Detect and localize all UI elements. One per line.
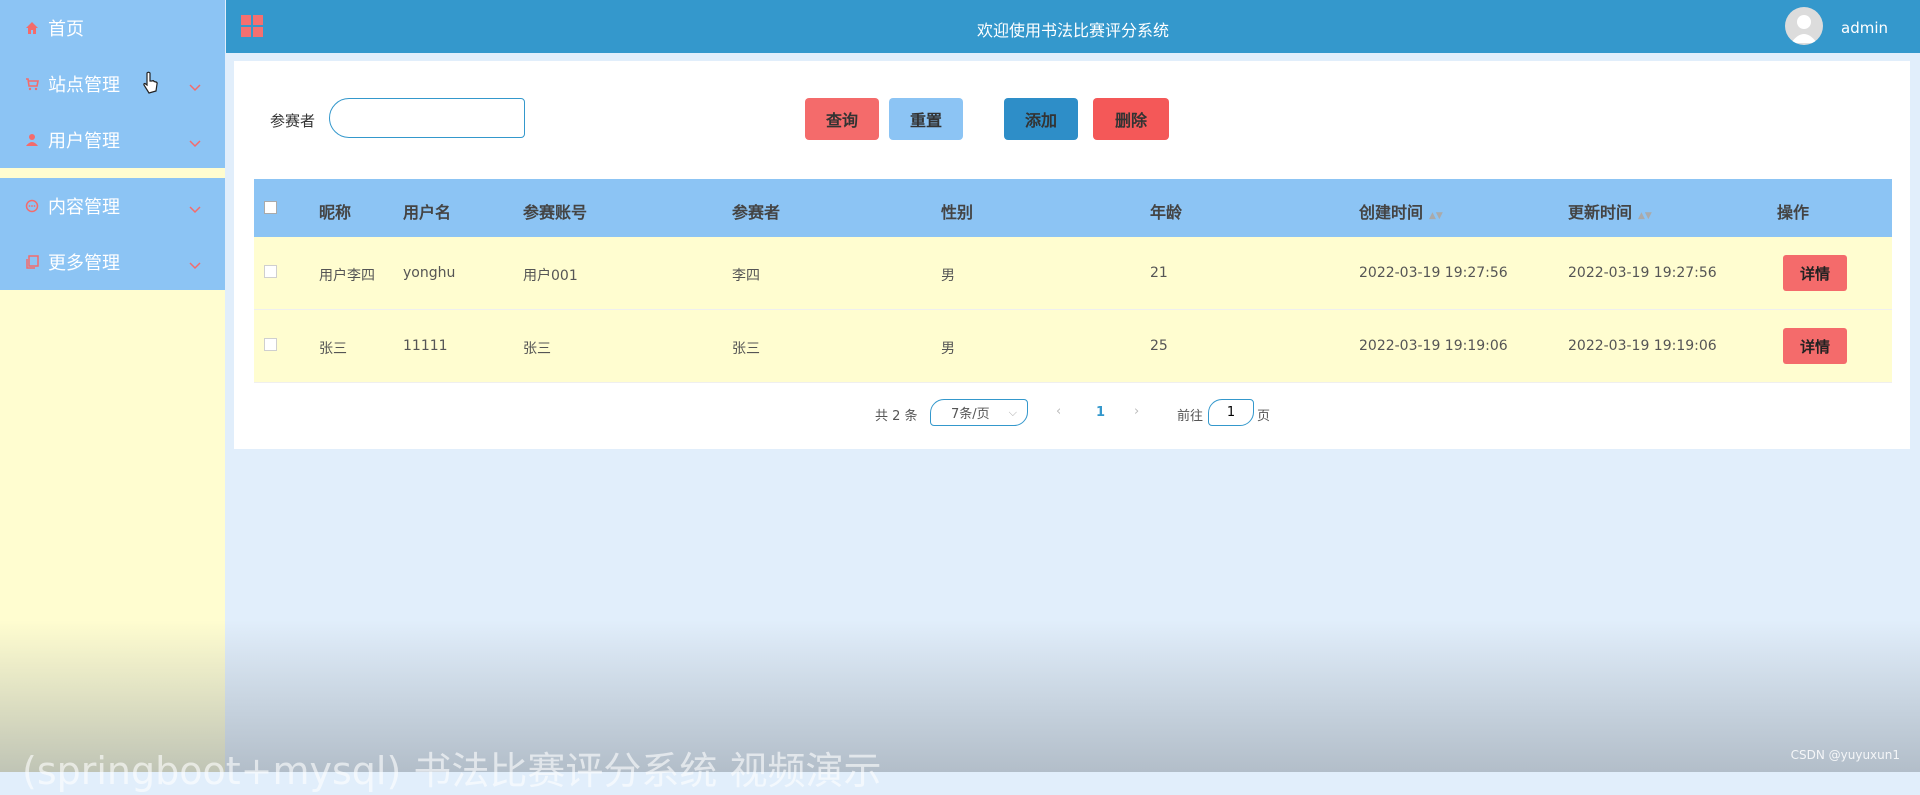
cell-age: 25 <box>1150 338 1168 354</box>
goto-label: 前往 <box>1177 409 1204 424</box>
page-number[interactable]: 1 <box>1096 405 1105 420</box>
add-button[interactable]: 添加 <box>1004 98 1078 140</box>
cell-username: 11111 <box>403 338 448 354</box>
sort-icon[interactable]: ▲▼ <box>1638 211 1652 221</box>
sidebar-menu-top: 首页 站点管理 用户管理 <box>0 0 225 168</box>
column-header-gender: 性别 <box>941 203 974 222</box>
chevron-down-icon <box>189 132 201 153</box>
column-header-actions: 操作 <box>1777 203 1810 222</box>
cell-gender: 男 <box>941 268 955 284</box>
column-header-username: 用户名 <box>403 203 452 222</box>
column-header-updated-time[interactable]: 更新时间 ▲▼ <box>1568 199 1652 223</box>
cell-username: yonghu <box>403 265 456 281</box>
sidebar-item-label: 用户管理 <box>48 131 120 152</box>
sidebar-item-content-management[interactable]: 内容管理 <box>0 178 225 234</box>
column-header-created-time[interactable]: 创建时间 ▲▼ <box>1359 199 1443 223</box>
chat-icon <box>24 198 40 214</box>
copy-icon <box>24 254 40 270</box>
detail-button[interactable]: 详情 <box>1783 255 1847 291</box>
cell-updated-time: 2022-03-19 19:19:06 <box>1568 338 1717 354</box>
sidebar-item-label: 站点管理 <box>48 75 120 96</box>
table-header: 昵称 用户名 参赛账号 参赛者 性别 年龄 创建时间 ▲▼ 更新时间 ▲▼ 操作 <box>254 179 1892 237</box>
cell-nickname: 张三 <box>319 341 347 357</box>
mouse-cursor-icon <box>141 71 159 99</box>
contestant-search-input[interactable] <box>329 98 525 138</box>
cell-gender: 男 <box>941 341 955 357</box>
search-label: 参赛者 <box>270 112 316 130</box>
sort-icon[interactable]: ▲▼ <box>1429 211 1443 221</box>
video-caption: (springboot+mysql) 书法比赛评分系统 视频演示 <box>22 749 882 793</box>
sidebar-item-more-management[interactable]: 更多管理 <box>0 234 225 290</box>
sidebar-item-label: 内容管理 <box>48 197 120 218</box>
sidebar-item-site-management[interactable]: 站点管理 <box>0 56 225 112</box>
chevron-down-icon <box>189 254 201 275</box>
cell-nickname: 用户李四 <box>319 268 375 284</box>
query-button[interactable]: 查询 <box>805 98 879 140</box>
reset-button[interactable]: 重置 <box>889 98 963 140</box>
watermark: CSDN @yuyuxun1 <box>1790 748 1900 762</box>
row-checkbox[interactable] <box>264 265 277 278</box>
home-icon <box>24 20 40 36</box>
row-checkbox[interactable] <box>264 338 277 351</box>
page-size-select[interactable]: 7条/页 ⌵ <box>930 399 1028 426</box>
avatar[interactable] <box>1785 7 1823 45</box>
pagination-total: 共 2 条 <box>875 409 918 424</box>
sidebar-item-home[interactable]: 首页 <box>0 0 225 56</box>
user-icon <box>24 132 40 148</box>
chevron-down-icon <box>189 198 201 219</box>
select-all-checkbox[interactable] <box>264 201 277 214</box>
prev-page-icon[interactable]: ‹ <box>1056 404 1061 419</box>
detail-button[interactable]: 详情 <box>1783 328 1847 364</box>
pagination: 共 2 条 7条/页 ⌵ ‹ 1 › 前往 页 <box>234 399 1910 427</box>
app-title: 欢迎使用书法比赛评分系统 <box>976 21 1169 40</box>
cell-contestant: 李四 <box>732 268 760 284</box>
sidebar-item-user-management[interactable]: 用户管理 <box>0 112 225 168</box>
table-row: 张三 11111 张三 张三 男 25 2022-03-19 19:19:06 … <box>254 310 1892 383</box>
table-row: 用户李四 yonghu 用户001 李四 男 21 2022-03-19 19:… <box>254 237 1892 310</box>
goto-page-input[interactable] <box>1208 399 1254 426</box>
column-header-label: 更新时间 <box>1568 203 1633 222</box>
cell-age: 21 <box>1150 265 1168 281</box>
next-page-icon[interactable]: › <box>1134 404 1139 419</box>
sidebar-divider <box>0 168 225 178</box>
delete-button[interactable]: 删除 <box>1093 98 1169 140</box>
column-header-contestant: 参赛者 <box>732 203 781 222</box>
cell-updated-time: 2022-03-19 19:27:56 <box>1568 265 1717 281</box>
cell-created-time: 2022-03-19 19:27:56 <box>1359 265 1508 281</box>
main-card: 参赛者 查询 重置 添加 删除 昵称 用户名 参赛账号 参赛者 性别 年龄 创建… <box>234 61 1910 449</box>
cell-created-time: 2022-03-19 19:19:06 <box>1359 338 1508 354</box>
column-header-nickname: 昵称 <box>319 203 352 222</box>
page-unit-label: 页 <box>1257 409 1271 424</box>
search-row: 参赛者 查询 重置 添加 删除 <box>234 98 1910 140</box>
sidebar-menu-bottom: 内容管理 更多管理 <box>0 178 225 290</box>
column-header-age: 年龄 <box>1150 203 1183 222</box>
column-header-label: 创建时间 <box>1359 203 1424 222</box>
username[interactable]: admin <box>1841 19 1888 37</box>
page-size-value: 7条/页 <box>951 407 990 422</box>
cell-account: 张三 <box>523 341 551 357</box>
column-header-account: 参赛账号 <box>523 203 588 222</box>
top-bar: 欢迎使用书法比赛评分系统 admin <box>226 0 1920 53</box>
cell-account: 用户001 <box>523 268 578 284</box>
sidebar-item-label: 首页 <box>48 19 84 40</box>
cart-icon <box>24 76 40 92</box>
cell-contestant: 张三 <box>732 341 760 357</box>
sidebar-item-label: 更多管理 <box>48 253 120 274</box>
data-table: 昵称 用户名 参赛账号 参赛者 性别 年龄 创建时间 ▲▼ 更新时间 ▲▼ 操作 用… <box>254 179 1892 383</box>
chevron-down-icon <box>189 76 201 97</box>
chevron-down-icon: ⌵ <box>1008 406 1017 419</box>
